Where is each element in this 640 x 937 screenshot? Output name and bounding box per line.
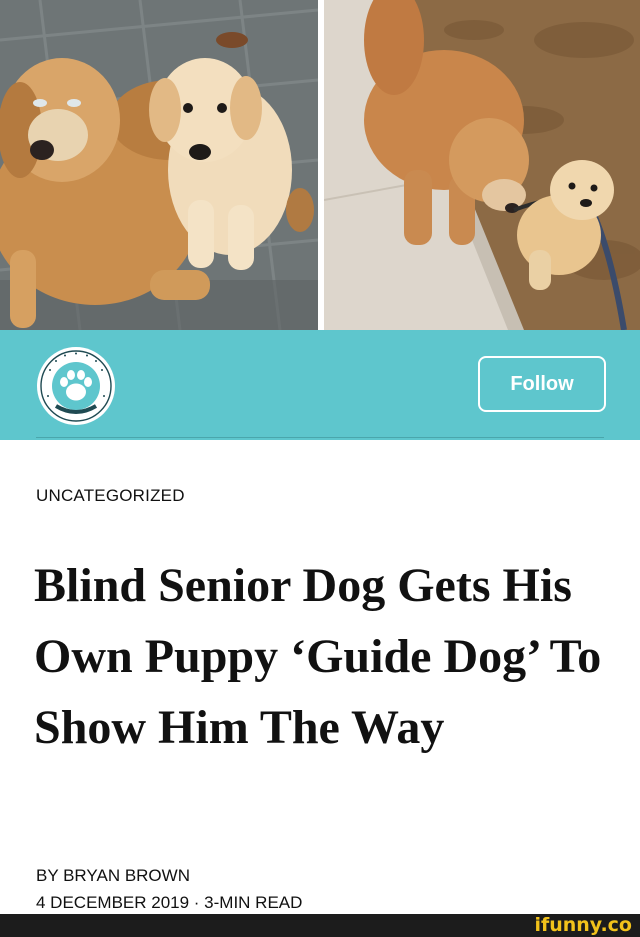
article-title: Blind Senior Dog Gets His Own Puppy ‘Gui… [34, 559, 602, 754]
puppy-leading-senior-dog-photo-icon [324, 0, 640, 330]
header-divider [36, 437, 604, 438]
follow-button[interactable]: Follow [478, 356, 606, 412]
article-category[interactable]: UNCATEGORIZED [36, 486, 185, 506]
site-logo[interactable] [36, 346, 116, 426]
senior-dog-and-puppy-photo [0, 0, 318, 330]
article-author: BY BRYAN BROWN [36, 866, 190, 885]
golden-retriever-with-puppy-photo-icon [0, 0, 318, 330]
site-watermark: ifunny.co [534, 914, 632, 936]
paw-badge-icon [37, 347, 115, 425]
site-header-band: Follow [0, 330, 640, 440]
watermark-strip: ifunny.co [0, 914, 640, 937]
puppy-guiding-senior-dog-photo [324, 0, 640, 330]
photo-collage [0, 0, 640, 330]
article-date-readtime: 4 DECEMBER 2019 · 3-MIN READ [36, 893, 303, 912]
